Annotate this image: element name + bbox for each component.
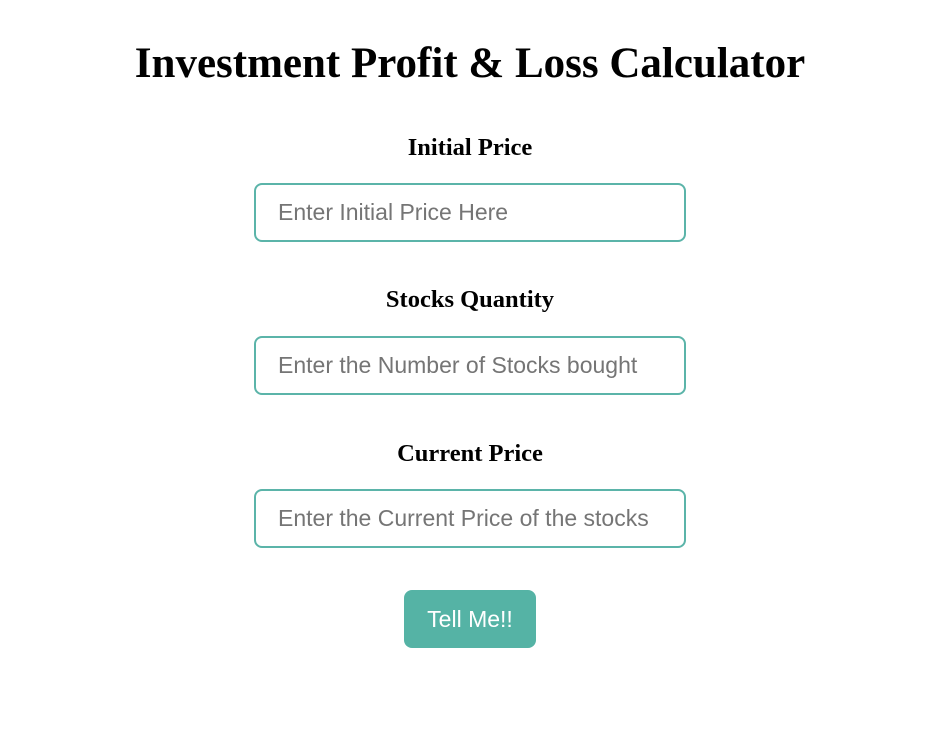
calculator-page: Investment Profit & Loss Calculator Init… bbox=[0, 0, 928, 732]
page-title: Investment Profit & Loss Calculator bbox=[134, 40, 806, 87]
stocks-quantity-label: Stocks Quantity bbox=[385, 286, 555, 313]
current-price-label: Current Price bbox=[397, 440, 543, 467]
initial-price-label: Initial Price bbox=[407, 134, 533, 161]
stocks-quantity-input[interactable] bbox=[254, 336, 686, 395]
current-price-input[interactable] bbox=[254, 489, 686, 548]
initial-price-input[interactable] bbox=[254, 183, 686, 242]
tell-me-button[interactable]: Tell Me!! bbox=[404, 590, 536, 648]
